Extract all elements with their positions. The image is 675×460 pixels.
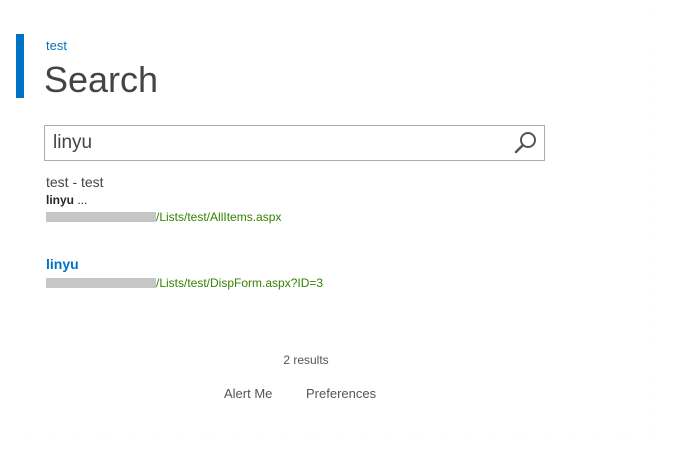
snippet-ellipsis: ... <box>74 193 88 207</box>
result-url: /Lists/test/AllItems.aspx <box>46 210 281 224</box>
result-snippet: linyu ... <box>46 193 281 207</box>
result-title-link[interactable]: linyu <box>46 256 323 272</box>
search-icon[interactable] <box>512 129 540 157</box>
result-url-path: /Lists/test/AllItems.aspx <box>156 210 282 224</box>
redacted-url-host <box>46 212 156 222</box>
preferences-link[interactable]: Preferences <box>306 386 376 401</box>
page-frame: test Search test - test linyu ... /Lists… <box>6 6 656 438</box>
results-count: 2 results <box>283 353 329 367</box>
result-title-link[interactable]: test - test <box>46 174 281 190</box>
result-url: /Lists/test/DispForm.aspx?ID=3 <box>46 276 323 290</box>
alert-me-link[interactable]: Alert Me <box>224 386 272 401</box>
search-result: test - test linyu ... /Lists/test/AllIte… <box>46 174 281 224</box>
redacted-url-host <box>46 278 156 288</box>
search-box <box>44 125 545 161</box>
result-url-path: /Lists/test/DispForm.aspx?ID=3 <box>156 276 324 290</box>
page-title: Search <box>44 59 159 100</box>
snippet-highlight: linyu <box>46 193 75 207</box>
breadcrumb-site-link[interactable]: test <box>46 38 67 53</box>
search-input[interactable] <box>45 126 513 160</box>
accent-bar <box>16 34 24 98</box>
search-result: linyu /Lists/test/DispForm.aspx?ID=3 <box>46 256 323 290</box>
